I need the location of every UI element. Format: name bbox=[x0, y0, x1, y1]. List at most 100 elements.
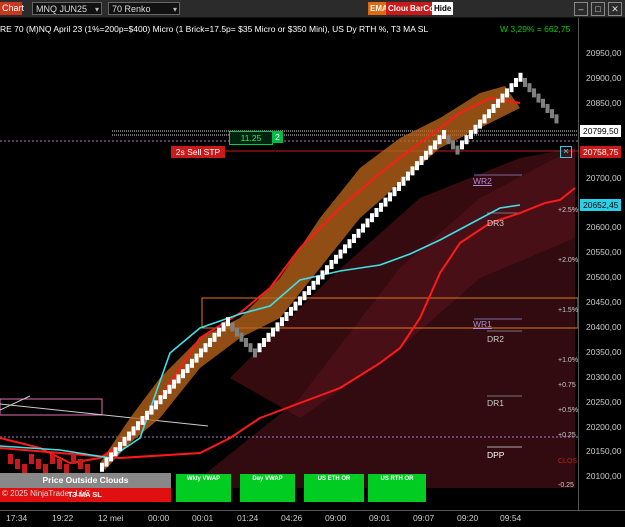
bear-brick bbox=[71, 454, 76, 464]
price-tick-label: 20400,00 bbox=[586, 321, 622, 332]
time-tick-label: 17:34 bbox=[6, 513, 28, 523]
dr3-label: DR3 bbox=[487, 218, 505, 228]
order-count-box[interactable]: 2 bbox=[272, 131, 283, 143]
close-icon[interactable]: ✕ bbox=[608, 2, 622, 16]
bear-brick bbox=[451, 140, 455, 150]
bear-brick bbox=[536, 93, 541, 103]
bull-brick bbox=[442, 130, 446, 139]
bull-brick bbox=[217, 327, 221, 337]
bull-brick bbox=[370, 213, 374, 223]
pct-label: +1.0% bbox=[558, 357, 579, 364]
dr2-label: DR2 bbox=[487, 334, 505, 344]
bull-brick bbox=[262, 338, 266, 347]
bull-brick bbox=[136, 421, 140, 431]
bull-brick bbox=[374, 208, 379, 217]
price-tick-label: 20300,00 bbox=[586, 371, 622, 382]
bull-brick bbox=[428, 145, 433, 155]
us-rth-or-button[interactable]: US RTH OR bbox=[368, 474, 426, 502]
time-tick-label: 01:24 bbox=[237, 513, 259, 523]
bull-brick bbox=[482, 114, 487, 124]
bull-brick bbox=[289, 306, 293, 316]
bull-brick bbox=[163, 390, 167, 399]
time-tick-label: 09:20 bbox=[457, 513, 479, 523]
bear-brick bbox=[550, 109, 554, 119]
bear-brick bbox=[523, 78, 527, 87]
price-axis[interactable] bbox=[578, 18, 625, 510]
bull-brick bbox=[347, 239, 352, 249]
pct-label: +2.0% bbox=[558, 257, 579, 264]
instrument-selector[interactable]: MNQ JUN25 ▾ bbox=[32, 2, 102, 15]
price-tick-label: 20450,00 bbox=[586, 297, 622, 307]
bear-brick bbox=[36, 459, 41, 469]
hide-button[interactable]: Hide bbox=[432, 2, 454, 15]
bull-brick bbox=[100, 462, 104, 472]
time-tick-label: 00:00 bbox=[148, 513, 170, 523]
bull-brick bbox=[514, 78, 518, 87]
bull-brick bbox=[437, 135, 442, 145]
bull-brick bbox=[500, 93, 505, 103]
pct-label: +0.75 bbox=[558, 382, 576, 389]
trendline bbox=[0, 395, 31, 411]
bull-brick bbox=[505, 88, 509, 98]
cancel-order-icon[interactable]: ✕ bbox=[560, 146, 572, 158]
period-selector[interactable]: 70 Renko ▾ bbox=[108, 2, 180, 15]
time-tick-label: 04:26 bbox=[281, 513, 303, 523]
price-tick-label: 20600,00 bbox=[586, 222, 622, 233]
bull-brick bbox=[280, 317, 284, 327]
bull-brick bbox=[208, 338, 212, 347]
chevron-down-icon: ▾ bbox=[94, 5, 99, 14]
price-tick-label: 20100,00 bbox=[586, 471, 622, 482]
weekly-vwap-button[interactable]: Wkly VWAP bbox=[176, 474, 231, 502]
bull-brick bbox=[199, 348, 203, 358]
bear-brick bbox=[446, 135, 451, 145]
bull-brick bbox=[487, 109, 491, 119]
bull-brick bbox=[469, 130, 473, 139]
bull-brick bbox=[104, 457, 109, 467]
bear-brick bbox=[230, 322, 235, 332]
bear-brick bbox=[541, 98, 545, 108]
bull-brick bbox=[154, 400, 158, 410]
clos-label: CLOS bbox=[558, 458, 578, 465]
bear-brick bbox=[239, 332, 244, 342]
day-vwap-button[interactable]: Day VWAP bbox=[240, 474, 295, 502]
maximize-icon[interactable]: □ bbox=[591, 2, 605, 16]
bull-brick bbox=[298, 296, 302, 306]
price-tick-label: 20200,00 bbox=[586, 421, 622, 432]
sell-stop-order-label[interactable]: 2s Sell STP bbox=[171, 146, 225, 158]
order-qty-box[interactable]: 11.25 bbox=[229, 131, 273, 145]
price-tick-label: 20700,00 bbox=[586, 172, 622, 183]
bear-brick bbox=[248, 343, 253, 353]
bull-brick bbox=[397, 182, 401, 191]
time-tick-label: 09:01 bbox=[369, 513, 391, 523]
bull-brick bbox=[181, 369, 185, 379]
chart-menu-button[interactable]: Chart bbox=[0, 2, 24, 15]
bull-brick bbox=[167, 384, 172, 394]
bull-brick bbox=[338, 249, 343, 259]
bull-brick bbox=[226, 317, 230, 327]
bull-brick bbox=[284, 312, 289, 321]
bull-brick bbox=[190, 358, 194, 368]
stop-price-box: 20758,75 bbox=[580, 146, 622, 158]
bull-brick bbox=[176, 374, 181, 384]
bull-brick bbox=[383, 197, 388, 207]
instrument-label: MNQ JUN25 bbox=[36, 4, 88, 14]
pct-label: +2.5% bbox=[558, 207, 579, 214]
bull-brick bbox=[325, 265, 329, 275]
pct-label: +1.5% bbox=[558, 307, 579, 314]
us-eth-or-button[interactable]: US ETH OR bbox=[304, 474, 364, 502]
bull-brick bbox=[109, 452, 113, 462]
time-tick-label: 19:22 bbox=[52, 513, 74, 523]
minimize-icon[interactable]: – bbox=[574, 2, 588, 16]
bull-brick bbox=[388, 192, 392, 202]
bear-brick bbox=[244, 338, 248, 347]
pnl-readout: W 3,29% = 662,75 bbox=[500, 24, 571, 34]
pct-label: +0.5% bbox=[558, 407, 579, 414]
bull-brick bbox=[365, 218, 370, 228]
bull-brick bbox=[275, 322, 280, 332]
renko-chart[interactable] bbox=[0, 18, 578, 510]
bull-brick bbox=[307, 286, 311, 295]
pink-zone-box bbox=[0, 398, 103, 416]
bull-brick bbox=[491, 104, 496, 113]
price-tick-label: 20950,00 bbox=[586, 48, 622, 58]
price-outside-clouds-bar: Price Outside Clouds bbox=[0, 473, 171, 488]
